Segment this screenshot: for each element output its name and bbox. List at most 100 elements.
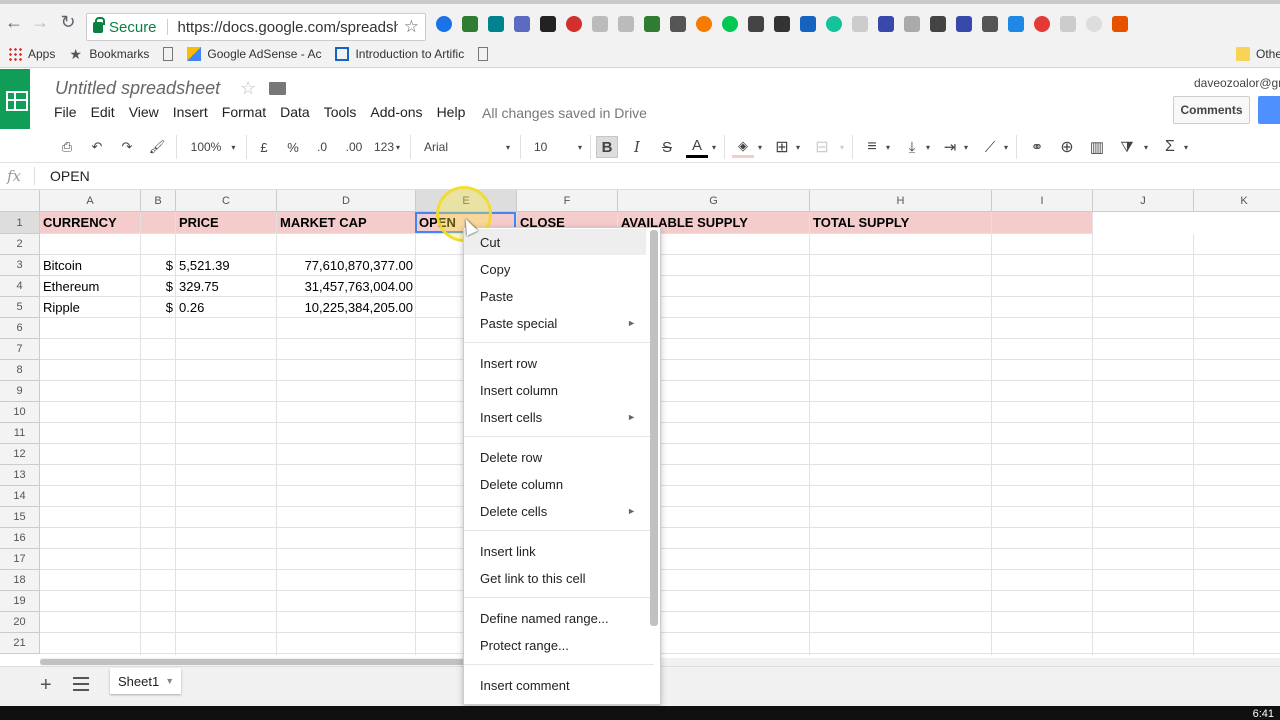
- menu-insert[interactable]: Insert: [173, 104, 208, 120]
- header-cell[interactable]: CURRENCY: [40, 212, 141, 234]
- menu-view[interactable]: View: [129, 104, 159, 120]
- chevron-down-icon[interactable]: ▾: [710, 136, 718, 158]
- other-bookmarks[interactable]: Othe: [1236, 47, 1280, 61]
- column-header[interactable]: H: [810, 190, 992, 212]
- extension-icon[interactable]: [488, 16, 504, 32]
- horizontal-scroll-thumb[interactable]: [40, 659, 470, 665]
- column-header[interactable]: D: [277, 190, 416, 212]
- menu-item-insert-row[interactable]: Insert row: [464, 350, 646, 376]
- extension-icon[interactable]: [1086, 16, 1102, 32]
- address-bar[interactable]: Secure https://docs.google.com/spreadsh.…: [86, 13, 426, 41]
- extension-icon[interactable]: [878, 16, 894, 32]
- menu-item-cut[interactable]: Cut: [464, 229, 646, 255]
- fill-color-icon[interactable]: ◈: [732, 136, 754, 158]
- secure-indicator[interactable]: Secure: [87, 16, 157, 36]
- url-text[interactable]: https://docs.google.com/spreadsh...: [178, 19, 398, 36]
- bookmark-adsense[interactable]: Google AdSense - Ac: [187, 47, 321, 61]
- market-cap-cell[interactable]: 77,610,870,377.00: [277, 255, 416, 276]
- row-header[interactable]: 2: [0, 234, 40, 255]
- column-header[interactable]: F: [517, 190, 618, 212]
- header-cell[interactable]: TOTAL SUPPLY: [810, 212, 992, 234]
- menu-item-paste[interactable]: Paste: [464, 283, 646, 309]
- price-cell[interactable]: 329.75: [176, 276, 277, 297]
- row-header[interactable]: 20: [0, 612, 40, 633]
- extension-icon[interactable]: [566, 16, 582, 32]
- header-cell[interactable]: [141, 212, 176, 234]
- column-header[interactable]: A: [40, 190, 141, 212]
- menu-help[interactable]: Help: [437, 104, 466, 120]
- extension-icon[interactable]: [644, 16, 660, 32]
- font-select[interactable]: Arial ▾: [424, 136, 510, 158]
- column-header[interactable]: I: [992, 190, 1093, 212]
- menu-file[interactable]: File: [54, 104, 77, 120]
- undo-icon[interactable]: ↶: [86, 136, 108, 158]
- row-header[interactable]: 11: [0, 423, 40, 444]
- merge-cells-icon[interactable]: ⊟: [812, 136, 832, 158]
- bookmark-page[interactable]: [478, 47, 494, 61]
- row-header[interactable]: 7: [0, 339, 40, 360]
- menu-item-protect-range[interactable]: Protect range...: [464, 632, 646, 658]
- row-header[interactable]: 14: [0, 486, 40, 507]
- symbol-cell[interactable]: $: [141, 255, 176, 276]
- market-cap-cell[interactable]: 31,457,763,004.00: [277, 276, 416, 297]
- row-header[interactable]: 10: [0, 402, 40, 423]
- chevron-down-icon[interactable]: ▾: [1142, 136, 1150, 158]
- extension-icon[interactable]: [592, 16, 608, 32]
- insert-link-icon[interactable]: ⚭: [1026, 136, 1048, 158]
- reload-icon[interactable]: ↻: [54, 8, 82, 36]
- column-header[interactable]: C: [176, 190, 277, 212]
- borders-icon[interactable]: ⊞: [772, 136, 792, 158]
- select-all-corner[interactable]: [0, 190, 40, 212]
- text-rotation-icon[interactable]: ⟋: [980, 136, 1000, 158]
- redo-icon[interactable]: ↷: [116, 136, 138, 158]
- insert-comment-icon[interactable]: ⊕: [1056, 136, 1078, 158]
- bookmark-bookmarks[interactable]: ★ Bookmarks: [69, 47, 149, 61]
- extension-icon[interactable]: [956, 16, 972, 32]
- menu-item-insert-column[interactable]: Insert column: [464, 377, 646, 403]
- print-icon[interactable]: ⎙: [56, 136, 78, 158]
- chevron-down-icon[interactable]: ▼: [165, 676, 174, 686]
- font-size-select[interactable]: 10 ▾: [534, 136, 582, 158]
- document-title[interactable]: Untitled spreadsheet: [55, 78, 220, 99]
- menu-item-copy[interactable]: Copy: [464, 256, 646, 282]
- extension-icon[interactable]: [696, 16, 712, 32]
- extension-icon[interactable]: [774, 16, 790, 32]
- bookmark-star-icon[interactable]: ☆: [404, 17, 419, 37]
- bookmark-intro-ai[interactable]: Introduction to Artific: [335, 47, 464, 61]
- extension-icon[interactable]: [1060, 16, 1076, 32]
- chevron-down-icon[interactable]: ▾: [756, 136, 764, 158]
- percent-format-button[interactable]: %: [284, 136, 302, 158]
- extension-icon[interactable]: [436, 16, 452, 32]
- user-email[interactable]: daveozoalor@gm: [1194, 76, 1280, 90]
- vertical-align-icon[interactable]: ⤓: [902, 136, 922, 158]
- extension-icon[interactable]: [670, 16, 686, 32]
- extension-icon[interactable]: [982, 16, 998, 32]
- extension-icon[interactable]: [722, 16, 738, 32]
- forward-icon[interactable]: →: [26, 8, 54, 36]
- sheet-tab[interactable]: Sheet1 ▼: [110, 668, 181, 694]
- context-menu-scrollbar[interactable]: [650, 230, 658, 626]
- header-cell[interactable]: PRICE: [176, 212, 277, 234]
- menu-item-delete-column[interactable]: Delete column: [464, 471, 646, 497]
- currency-cell[interactable]: Ripple: [40, 297, 141, 318]
- column-header[interactable]: B: [141, 190, 176, 212]
- back-icon[interactable]: ←: [0, 8, 28, 36]
- row-header[interactable]: 17: [0, 549, 40, 570]
- extension-icon[interactable]: [540, 16, 556, 32]
- chevron-down-icon[interactable]: ▾: [1182, 136, 1190, 158]
- more-formats-button[interactable]: 123 ▾: [372, 136, 402, 158]
- extension-icon[interactable]: [800, 16, 816, 32]
- increase-decimals-button[interactable]: .00: [342, 136, 366, 158]
- row-header[interactable]: 4: [0, 276, 40, 297]
- row-header[interactable]: 9: [0, 381, 40, 402]
- filter-icon[interactable]: ⧩: [1116, 136, 1138, 158]
- bookmark-apps[interactable]: Apps: [8, 47, 55, 61]
- text-color-button[interactable]: A: [686, 136, 708, 158]
- menu-item-delete-cells[interactable]: Delete cells ►: [464, 498, 646, 524]
- chevron-down-icon[interactable]: ▾: [924, 136, 932, 158]
- strikethrough-button[interactable]: S: [658, 136, 676, 158]
- menu-item-insert-comment[interactable]: Insert comment: [464, 672, 646, 698]
- extension-icon[interactable]: [514, 16, 530, 32]
- row-header[interactable]: 21: [0, 633, 40, 654]
- market-cap-cell[interactable]: 10,225,384,205.00: [277, 297, 416, 318]
